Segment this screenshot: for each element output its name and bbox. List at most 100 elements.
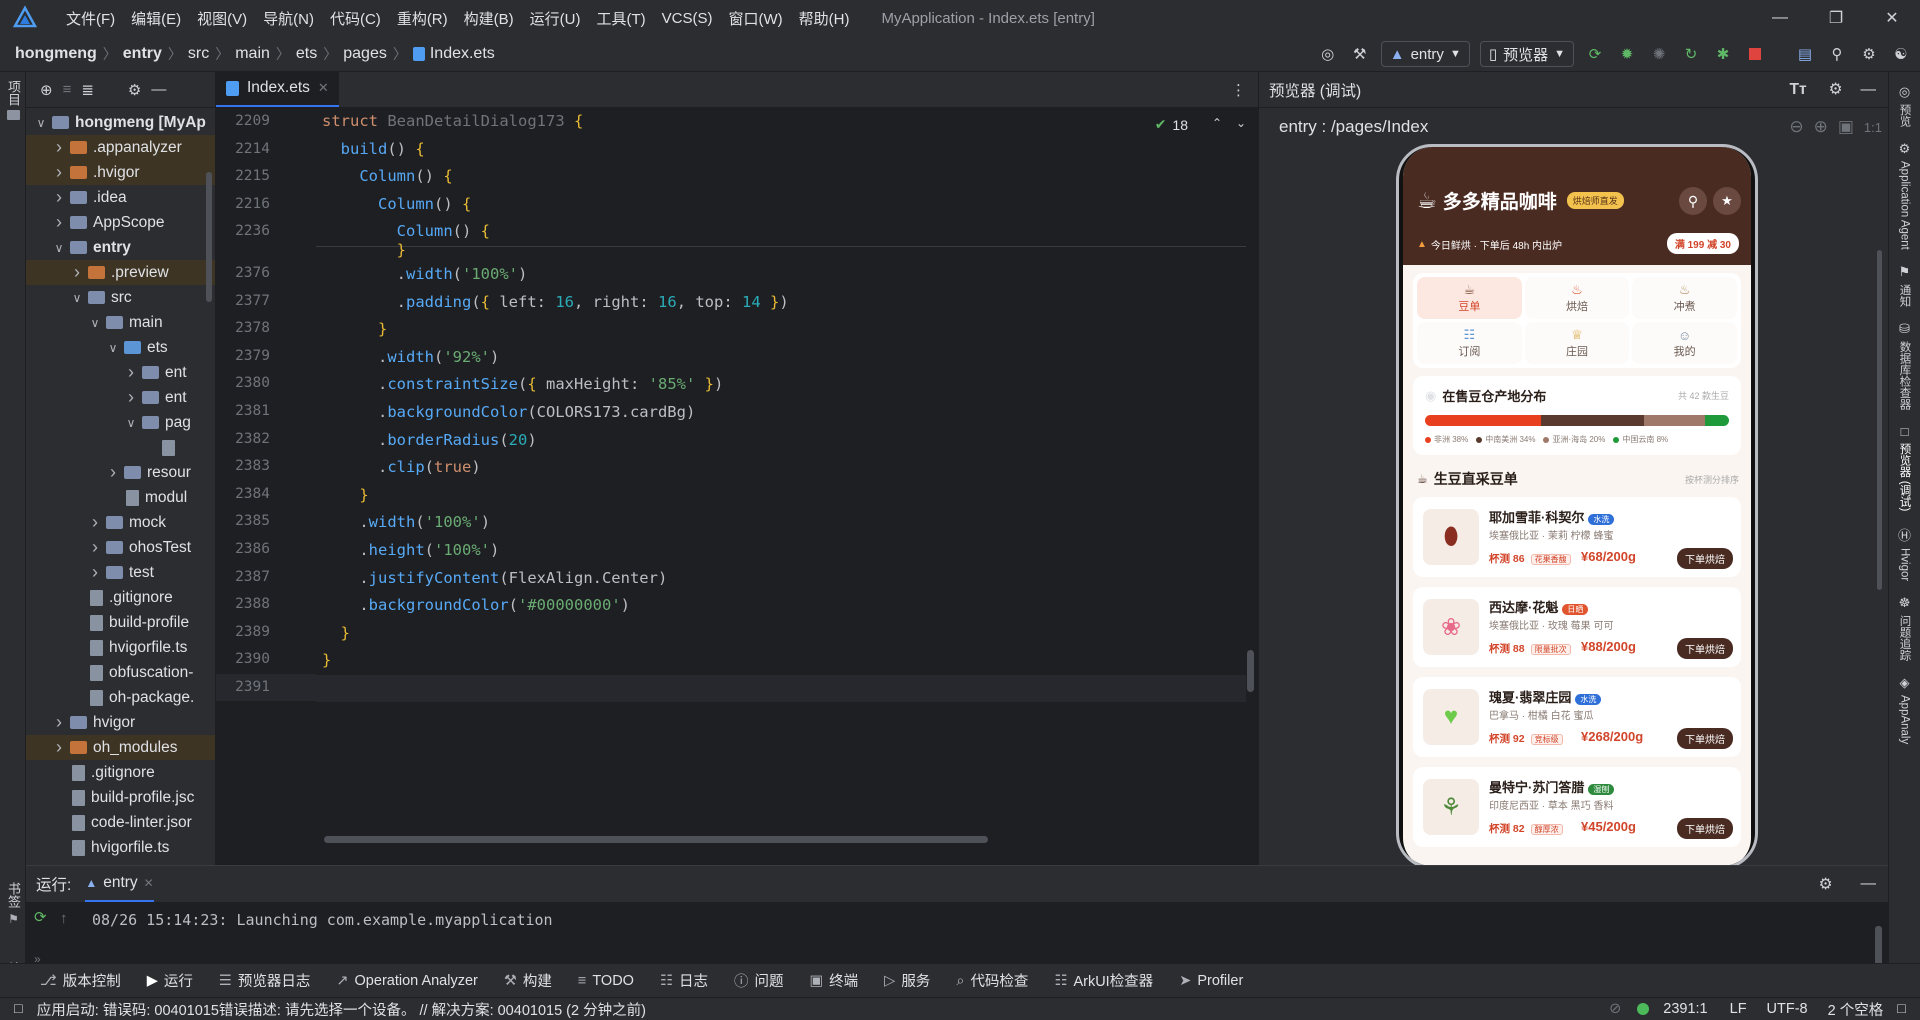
gear-icon[interactable]: ⚙ [128,81,141,99]
chevron-right-icon[interactable]: › [88,512,102,533]
breadcrumb-item[interactable]: hongmeng [15,45,97,63]
close-tab-icon[interactable]: ✕ [144,876,154,890]
menu-item-11[interactable]: 帮助(H) [791,8,858,29]
bookmarks-tool-button[interactable]: 书签 ⚑ [4,882,23,926]
bean-card[interactable]: ♥ 瑰夏·翡翠庄园 水洗 巴拿马 · 柑橘 白花 蜜瓜 杯测 92 竞标级 ¥268/200… [1413,677,1741,757]
tree-item[interactable]: ∨ pag [26,410,215,435]
tool-window-11[interactable]: ☷ ArkUI检查器 [1054,970,1153,991]
tree-item[interactable]: modul [26,485,215,510]
chevron-down-icon[interactable]: ∨ [88,316,102,330]
prev-highlight-icon[interactable]: ⌃ [1212,116,1222,130]
order-roast-button[interactable]: 下单烘焙 [1677,728,1733,749]
order-roast-button[interactable]: 下单烘焙 [1677,818,1733,839]
bean-card[interactable]: ⚘ 曼特宁·苏门答腊 湿刨 印度尼西亚 · 草本 黑巧 香料 杯测 82 醇厚浓 ¥45/2… [1413,767,1741,847]
tool-window-4[interactable]: ⚒ 构建 [504,970,552,991]
bean-card[interactable]: ❀ 西达摩·花魁 日晒 埃塞俄比亚 · 玫瑰 莓果 可可 杯测 88 限量批次 ¥88/20… [1413,587,1741,667]
tool-window-0[interactable]: ⎇ 版本控制 [40,970,121,991]
tree-item[interactable]: .gitignore [26,760,215,785]
problems-indicator[interactable]: ✔ 18 [1155,116,1188,133]
chevron-down-icon[interactable]: ∨ [106,341,120,355]
tree-item[interactable]: › oh_modules [26,735,215,760]
tool-window-8[interactable]: ▣ 终端 [809,970,858,991]
category-0[interactable]: ☕ 豆单 [1417,277,1522,319]
maximize-button[interactable]: ❐ [1808,0,1864,36]
tree-item[interactable]: ∨ ets [26,335,215,360]
chevron-down-icon[interactable]: ∨ [52,241,66,255]
tree-item[interactable]: ∨ entry [26,235,215,260]
right-tool-0[interactable]: ◎ 预览 [1897,84,1913,127]
attach-debugger-icon[interactable]: ✺ [1648,43,1670,65]
menu-item-2[interactable]: 视图(V) [189,8,255,29]
category-4[interactable]: ♕ 庄园 [1524,322,1630,364]
no-device-icon[interactable]: ⊘ [1609,1001,1621,1017]
breadcrumb-item[interactable]: pages [343,45,387,63]
menu-item-5[interactable]: 重构(R) [389,8,456,29]
target-icon[interactable]: ◎ [1317,43,1339,65]
stop-icon[interactable] [1744,43,1766,65]
promo-badge[interactable]: 满 199 减 30 [1666,233,1739,254]
menu-item-9[interactable]: VCS(S) [654,10,721,27]
lock-icon[interactable]: □ [1897,1001,1906,1017]
category-2[interactable]: ♨ 冲煮 [1632,277,1737,319]
zoom-out-icon[interactable]: ⊖ [1789,117,1803,137]
right-tool-1[interactable]: ⚙ Application Agent [1899,141,1911,250]
tree-item[interactable]: › test [26,560,215,585]
menu-item-3[interactable]: 导航(N) [255,8,322,29]
zoom-in-icon[interactable]: ⊕ [1814,117,1828,137]
app-screen[interactable]: ☕ 多多精品咖啡 烘焙师直发 ⚲ ★ ▲ 今日鲜烘 · 下单后 48h 内出炉 … [1403,147,1751,866]
tool-window-9[interactable]: ▷ 服务 [884,970,930,991]
menu-item-4[interactable]: 代码(C) [322,8,389,29]
category-5[interactable]: ☺ 我的 [1632,322,1737,364]
next-highlight-icon[interactable]: ⌄ [1236,116,1246,130]
chevron-right-icon[interactable]: › [124,387,138,408]
tree-item[interactable]: ∨ hongmeng [MyAp [26,110,215,135]
bean-card[interactable]: ⬮ 耶加雪菲·科契尔 水洗 埃塞俄比亚 · 茉莉 柠檬 蜂蜜 杯测 86 花果香馥 ¥68/… [1413,497,1741,577]
chevron-down-icon[interactable]: ∨ [70,291,84,305]
tree-item[interactable]: build-profile.jsc [26,785,215,810]
scroll-up-icon[interactable]: ↑ [60,910,68,927]
tree-item[interactable]: build-profile [26,610,215,635]
collapse-all-icon[interactable]: ≣ [81,81,94,99]
right-tool-7[interactable]: ◈ AppAnaly [1899,675,1911,744]
breadcrumb-item[interactable]: src [188,45,209,63]
profile-icon[interactable]: ✱ [1712,43,1734,65]
chevron-right-icon[interactable]: › [52,737,66,758]
menu-item-10[interactable]: 窗口(W) [720,8,790,29]
search-icon[interactable]: ⚲ [1679,187,1707,215]
code-area[interactable]: struct BeanDetailDialog173 { build() { C… [316,108,1246,865]
order-roast-button[interactable]: 下单烘焙 [1677,548,1733,569]
settings-icon[interactable]: ⚙ [1829,80,1843,99]
project-tool-button[interactable]: 项目 [4,80,23,120]
tab-index-ets[interactable]: Index.ets ✕ [216,71,339,107]
more-tabs-icon[interactable]: ⋮ [1231,81,1246,99]
horizontal-scrollbar[interactable] [324,836,988,843]
right-tool-6[interactable]: ☸ 问题追踪 [1897,595,1913,661]
apply-changes-icon[interactable]: ↻ [1680,43,1702,65]
fit-screen-icon[interactable]: ▣ [1838,117,1854,137]
order-roast-button[interactable]: 下单烘焙 [1677,638,1733,659]
user-icon[interactable]: ☯ [1890,43,1912,65]
tool-window-1[interactable]: ▶ 运行 [147,970,193,991]
tool-window-6[interactable]: ☷ 日志 [660,970,708,991]
tool-window-10[interactable]: ⌕ 代码检查 [956,970,1028,991]
menu-item-6[interactable]: 构建(B) [456,8,522,29]
chevron-right-icon[interactable]: › [106,462,120,483]
hide-icon[interactable]: — [151,81,166,98]
tool-window-12[interactable]: ➤ Profiler [1179,973,1243,989]
expand-all-icon[interactable]: ≡ [63,81,72,98]
chevron-right-icon[interactable]: › [88,562,102,583]
gear-icon[interactable]: ⚙ [1819,875,1833,894]
tree-item[interactable]: › .idea [26,185,215,210]
locate-icon[interactable]: ⊕ [40,81,53,99]
device-manager-icon[interactable]: ▤ [1794,43,1816,65]
chevron-right-icon[interactable]: › [52,137,66,158]
minimize-button[interactable]: — [1752,0,1808,36]
tree-item[interactable]: code-linter.jsor [26,810,215,835]
category-1[interactable]: ♨ 烘焙 [1524,277,1630,319]
tree-item[interactable]: obfuscation- [26,660,215,685]
hammer-icon[interactable]: ⚒ [1349,43,1371,65]
tool-window-7[interactable]: ⓘ 问题 [734,970,784,991]
tree-item[interactable] [26,435,215,460]
tree-item[interactable]: hvigorfile.ts [26,835,215,860]
run-tab-entry[interactable]: ▲ entry ✕ [85,866,154,902]
